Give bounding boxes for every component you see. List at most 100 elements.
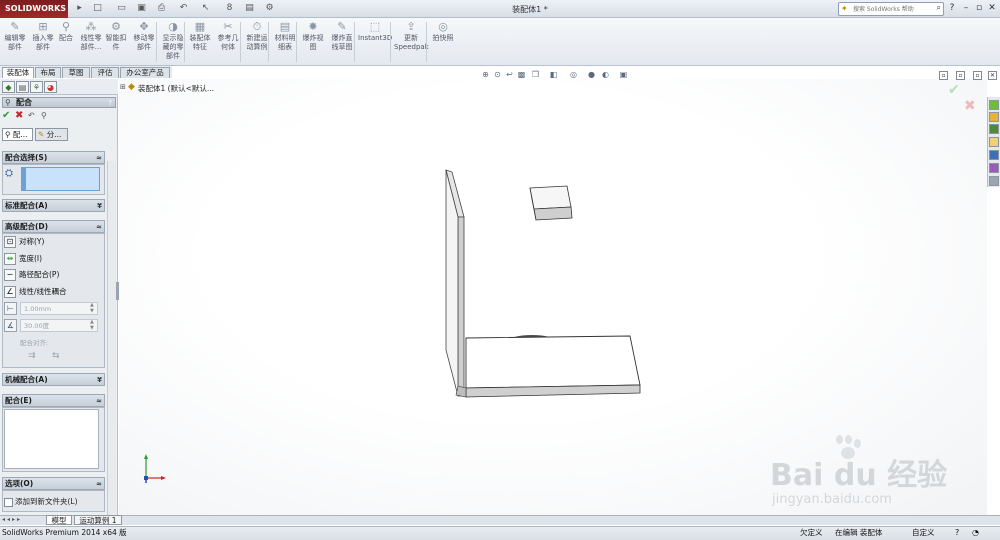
ribbon-button-insert-component[interactable]: ⊞ 插入零 部件 — [30, 20, 56, 64]
expand-icon[interactable]: ¥ — [97, 200, 102, 212]
pushpin-icon[interactable]: ⚲ — [41, 111, 47, 120]
options-header[interactable]: 选项(O) ≈ — [2, 477, 105, 490]
ribbon-button-assembly-feature[interactable]: ▦ 装配体 特征 — [188, 20, 212, 64]
vertical-plate[interactable] — [445, 169, 465, 397]
aligned-icon[interactable]: ⇉ — [28, 351, 36, 361]
linear-coupler-option[interactable]: ∠ 线性/线性耦合 — [4, 284, 67, 300]
tab-assembly[interactable]: 装配体 — [2, 67, 34, 78]
add-to-folder-checkbox[interactable] — [4, 498, 13, 507]
configuration-manager-icon[interactable]: ⚘ — [30, 81, 43, 93]
ribbon-button-bom[interactable]: ▤ 材料明 细表 — [272, 20, 298, 64]
ribbon-button-smart-fastener[interactable]: ⚙ 智能扣 件 — [104, 20, 128, 64]
mates-header[interactable]: 配合(E) ≈ — [2, 394, 105, 407]
mate-selections-header[interactable]: 配合选择(S) ≈ — [2, 151, 105, 164]
custom-properties-icon[interactable] — [989, 163, 999, 173]
units-custom-status[interactable]: 自定义 — [912, 527, 935, 539]
view-orientation-icon[interactable]: ❒ — [530, 70, 541, 80]
solidworks-logo[interactable]: SOLIDWORKS — [0, 0, 68, 18]
ribbon-button-show-hidden[interactable]: ◑ 显示隐 藏的零 部件 — [160, 20, 186, 64]
tab-motion-study[interactable]: 运动算例 1 — [74, 515, 122, 525]
restore-icon[interactable]: ▫ — [973, 2, 985, 14]
help-search[interactable]: ✦ ⌕ — [838, 2, 944, 16]
collapse-icon[interactable]: ≈ — [96, 152, 102, 164]
ribbon-button-snapshot[interactable]: ◎ 拍快照 — [430, 20, 456, 64]
tab-office-products[interactable]: 办公室产品 — [120, 67, 170, 78]
undo-icon[interactable]: ↶ — [178, 3, 189, 14]
options-icon[interactable]: ⚙ — [264, 3, 275, 14]
tab-sketch[interactable]: 草图 — [62, 67, 90, 78]
quick-tips-icon[interactable]: ? — [955, 527, 959, 539]
ribbon-button-explode-line[interactable]: ✎ 爆炸直 线草图 — [328, 20, 356, 64]
distance-field[interactable]: 1.00mm — [20, 302, 98, 315]
rebuild-icon[interactable]: 8 — [224, 3, 235, 14]
zoom-to-fit-icon[interactable]: ⊕ — [480, 70, 491, 80]
tab-analysis[interactable]: ✎ 分... — [35, 128, 68, 141]
view-settings-icon[interactable]: ▣ — [618, 70, 629, 80]
save-icon[interactable]: ▣ — [136, 3, 147, 14]
rebuild-status-icon[interactable]: ◔ — [972, 527, 979, 539]
collapse-icon[interactable]: ≈ — [96, 395, 102, 407]
angle-field[interactable]: 30.00度 — [20, 319, 98, 332]
small-block[interactable] — [529, 185, 573, 221]
viewport-restore-icon[interactable]: ▫ — [956, 71, 965, 80]
section-view-icon[interactable]: ▩ — [516, 70, 527, 80]
display-manager-icon[interactable]: ◕ — [44, 81, 57, 93]
open-icon[interactable]: ▭ — [116, 3, 127, 14]
ribbon-button-edit-component[interactable]: ✎ 编辑零 部件 — [2, 20, 28, 64]
appearances-icon[interactable] — [989, 150, 999, 160]
confirm-ok-icon[interactable]: ✔ — [948, 82, 960, 98]
ribbon-button-instant3d[interactable]: ⬚ Instant3D — [358, 20, 392, 64]
panel-scrollbar[interactable] — [107, 161, 116, 515]
expand-icon[interactable]: ¥ — [97, 374, 102, 386]
width-mate-option[interactable]: ⇹ 宽度(I) — [4, 251, 42, 267]
new-icon[interactable]: □ — [92, 3, 103, 14]
path-mate-option[interactable]: ∽ 路径配合(P) — [4, 267, 59, 283]
print-icon[interactable]: ⎙ — [156, 3, 167, 14]
solidworks-resources-icon[interactable] — [989, 100, 999, 110]
collapse-icon[interactable]: ≈ — [96, 221, 102, 233]
previous-view-icon[interactable]: ↩ — [504, 70, 515, 80]
ribbon-button-speedpak[interactable]: ⇪ 更新 Speedpak — [394, 20, 429, 64]
ribbon-button-exploded-view[interactable]: ✸ 爆炸视 图 — [300, 20, 326, 64]
viewport-split-icon[interactable]: ▫ — [939, 71, 948, 80]
ok-icon[interactable]: ✔ — [2, 110, 10, 121]
angle-spinner-icon[interactable]: ▲ ▼ — [90, 319, 98, 332]
collapse-icon[interactable]: ≈ — [96, 478, 102, 490]
entities-to-mate-list[interactable] — [21, 167, 100, 191]
feature-tree-root[interactable]: 装配体1 (默认<默认... — [138, 83, 214, 94]
ribbon-button-linear-pattern[interactable]: ⁂ 线性零 部件... — [78, 20, 104, 64]
display-style-icon[interactable]: ◧ — [548, 70, 559, 80]
help-search-input[interactable] — [853, 3, 931, 15]
close-icon[interactable]: ✕ — [986, 2, 998, 14]
viewport-close-icon[interactable]: ✕ — [988, 71, 997, 80]
base-plate[interactable] — [455, 335, 641, 398]
new-icon[interactable]: ▸ — [74, 3, 85, 14]
apply-scene-icon[interactable]: ◐ — [600, 70, 611, 80]
file-explorer-icon[interactable] — [989, 124, 999, 134]
edit-appearance-icon[interactable]: ● — [586, 70, 597, 80]
tab-mates[interactable]: ⚲ 配... — [2, 128, 33, 141]
mates-list[interactable] — [4, 409, 99, 469]
file-properties-icon[interactable]: ▤ — [244, 3, 255, 14]
view-palette-icon[interactable] — [989, 137, 999, 147]
cancel-icon[interactable]: ✖ — [15, 110, 23, 121]
standard-mates-header[interactable]: 标准配合(A) ¥ — [2, 199, 105, 212]
ribbon-button-reference-geometry[interactable]: ✂ 参考几 何体 — [214, 20, 242, 64]
search-icon[interactable]: ⌕ — [937, 3, 941, 13]
mechanical-mates-header[interactable]: 机械配合(A) ¥ — [2, 373, 105, 386]
hide-show-items-icon[interactable]: ◎ — [568, 70, 579, 80]
undo-mate-icon[interactable]: ↶ — [28, 111, 35, 120]
design-library-icon[interactable] — [989, 112, 999, 122]
ribbon-button-mate[interactable]: ⚲ 配合 — [56, 20, 76, 64]
ribbon-button-move-component[interactable]: ✥ 移动零 部件 — [130, 20, 158, 64]
forum-icon[interactable] — [989, 176, 999, 186]
tab-layout[interactable]: 布局 — [35, 67, 61, 78]
select-icon[interactable]: ↖ — [200, 3, 211, 14]
feature-tree-icon[interactable]: ◆ — [2, 81, 15, 93]
viewport-maximize-icon[interactable]: ▫ — [973, 71, 982, 80]
symmetric-mate-option[interactable]: ⊡ 对称(Y) — [4, 234, 44, 250]
help-icon[interactable]: ? — [946, 2, 958, 14]
distance-spinner-icon[interactable]: ▲ ▼ — [90, 302, 98, 315]
anti-aligned-icon[interactable]: ⇆ — [52, 351, 60, 361]
tab-evaluate[interactable]: 评估 — [91, 67, 119, 78]
